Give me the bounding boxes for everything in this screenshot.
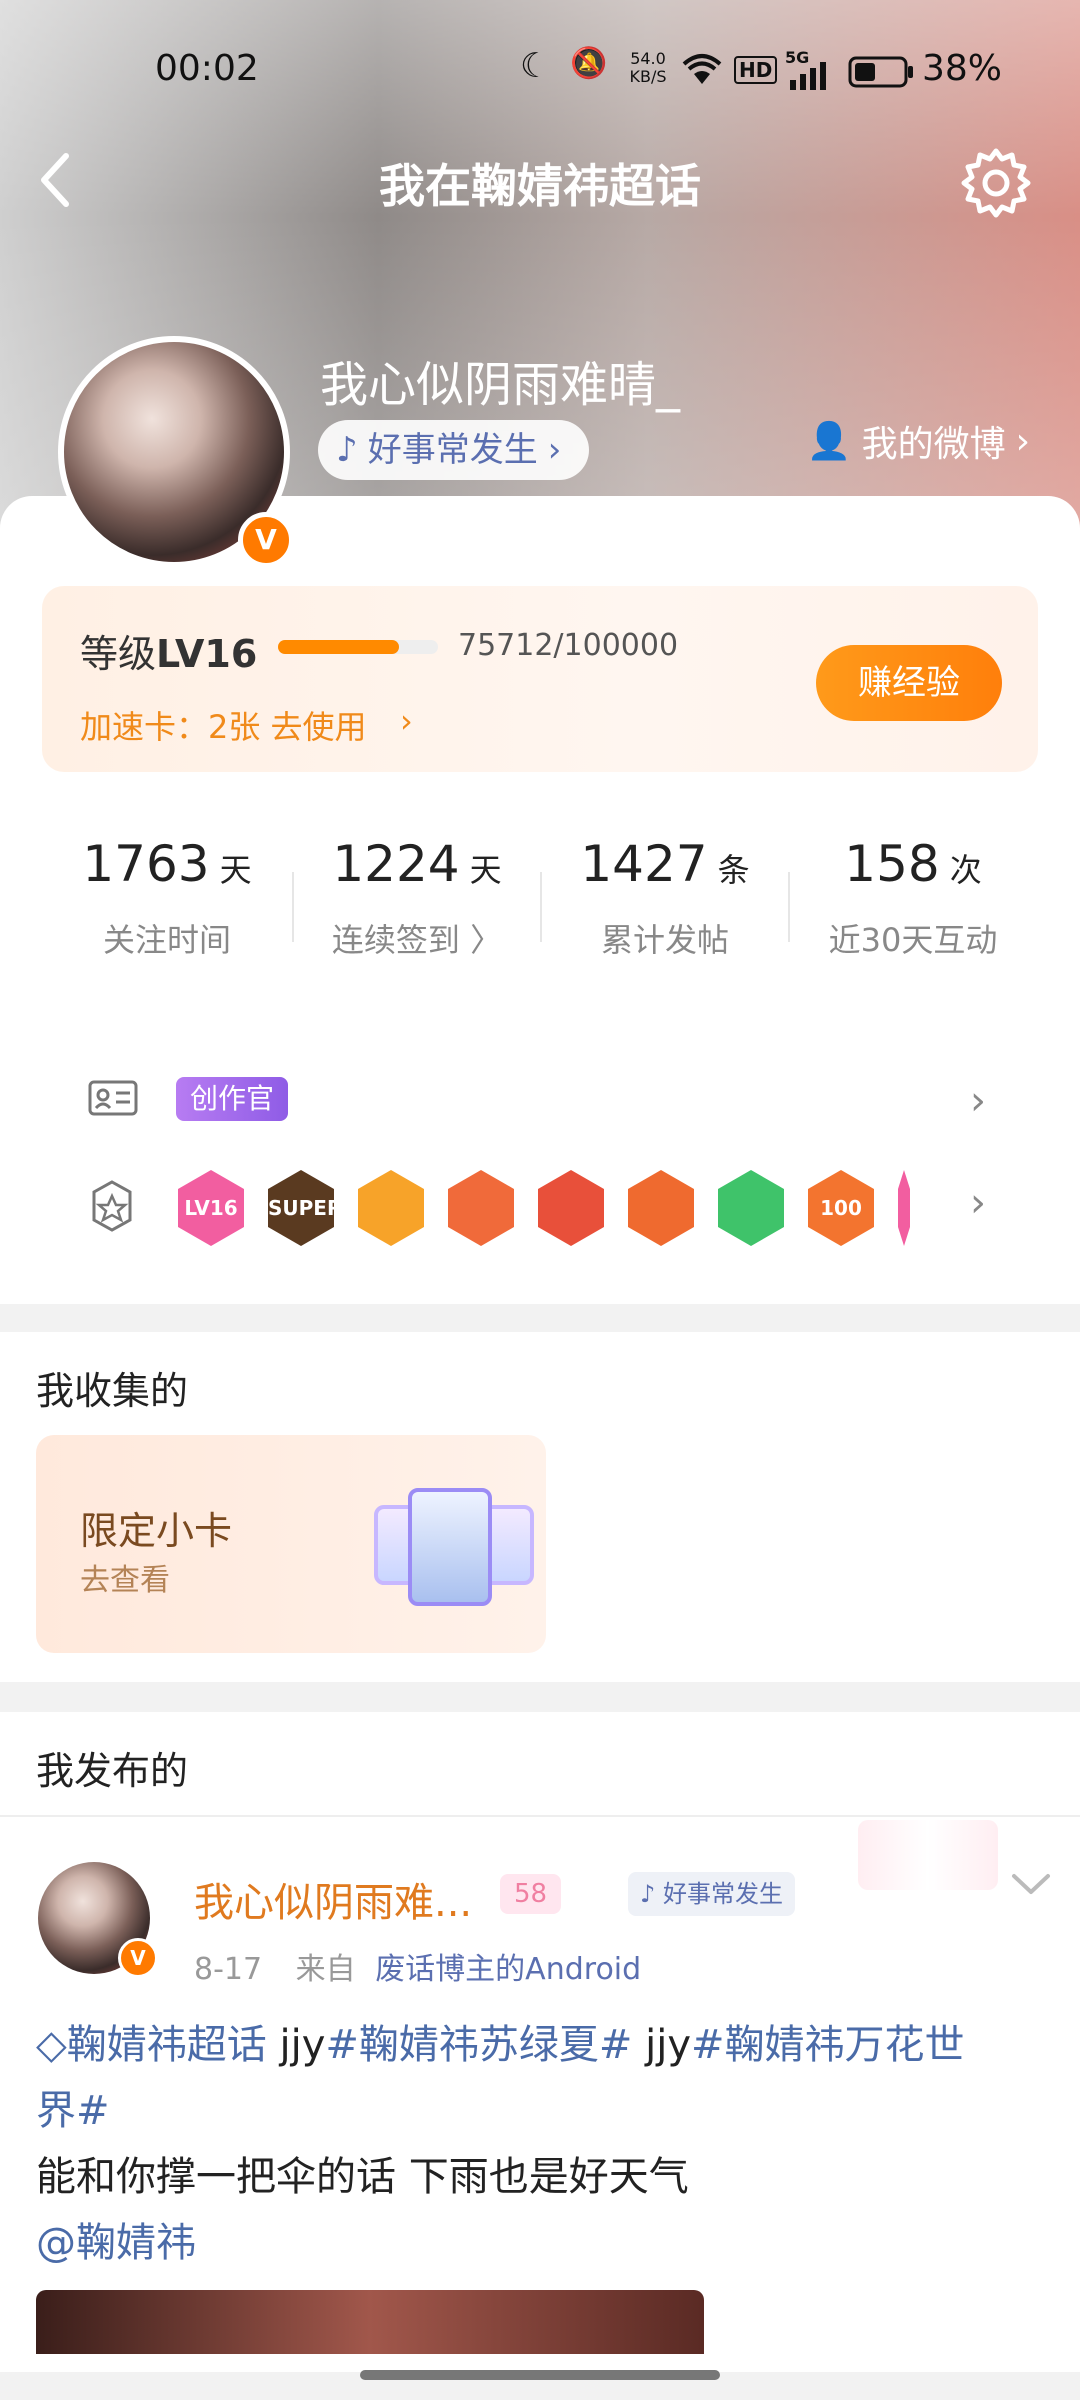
stat-interactions: 158 次 近30天互动	[828, 835, 998, 959]
hashtag-link-continued[interactable]: 界#	[36, 2078, 110, 2136]
limited-card-title: 限定小卡	[80, 1509, 233, 1553]
chevron-right-icon[interactable]: ›	[970, 1078, 986, 1124]
profile-pill[interactable]: ♪ 好事常发生 ›	[318, 420, 590, 480]
battery-icon	[848, 56, 914, 92]
post-image[interactable]	[36, 2290, 704, 2354]
card-thumbnail-main	[408, 1488, 492, 1606]
profile-pill-label: 好事常发生	[367, 430, 538, 470]
stat-checkin[interactable]: 1224 天 连续签到 〉	[292, 835, 542, 961]
net-speed: 54.0 KB/S	[629, 49, 667, 86]
fan-emblem-icon: ♪	[336, 430, 358, 470]
post-meta: 8-17 来自 废话博主的Android	[194, 1944, 641, 1988]
post-date: 8-17	[194, 1952, 263, 1987]
gear-icon[interactable]	[958, 145, 1034, 225]
signal-icon	[788, 62, 828, 94]
mute-bell-icon: 🔕	[570, 46, 608, 81]
badge-card	[42, 1030, 1038, 1278]
wifi-icon	[680, 52, 724, 90]
decoration-sticker	[858, 1820, 998, 1890]
username: 我心似阴雨难晴_	[320, 357, 681, 413]
verified-badge: V	[118, 1938, 158, 1978]
post-text: 能和你撑一把伞的话 下雨也是好天气	[36, 2154, 689, 2200]
collected-title: 我收集的	[36, 1369, 189, 1413]
posted-title: 我发布的	[36, 1749, 189, 1793]
battery-percent: 38%	[922, 48, 1003, 89]
moon-icon: ☾	[520, 46, 551, 86]
medal-icon	[90, 1180, 134, 1236]
author-pill[interactable]: ♪ 好事常发生	[628, 1872, 795, 1916]
post-source-link[interactable]: 废话博主的Android	[375, 1952, 641, 1987]
status-time: 00:02	[155, 48, 259, 89]
chevron-down-icon[interactable]	[1010, 1872, 1052, 1902]
hd-icon: HD	[734, 56, 778, 84]
fan-emblem-icon: ♪	[640, 1880, 656, 1908]
level-label: 等级LV16	[80, 632, 258, 676]
my-weibo-label: 我的微博	[861, 424, 1006, 465]
speed-card-link[interactable]: 加速卡：2张 去使用	[80, 702, 367, 748]
diamond-icon: ◇	[36, 2022, 67, 2068]
id-card-icon	[88, 1080, 138, 1120]
level-value: LV16	[156, 632, 258, 676]
creator-badge[interactable]: 创作官	[176, 1077, 289, 1121]
level-tag: 58	[500, 1874, 562, 1914]
topic-link-supertopic[interactable]: 鞠婧祎超话	[67, 2022, 267, 2068]
person-icon: 👤	[806, 421, 852, 462]
stat-posts: 1427 条 累计发帖	[580, 835, 750, 959]
divider	[0, 1815, 1080, 1817]
exp-text: 75712/100000	[458, 628, 679, 663]
post-source-prefix: 来自	[295, 1952, 356, 1987]
stat-follow-time: 1763 天 关注时间	[82, 835, 252, 959]
verified-badge: V	[238, 512, 294, 568]
hashtag-link[interactable]: #鞠婧祎万花世	[691, 2022, 965, 2068]
level-progress-fill	[278, 640, 399, 654]
post-author[interactable]: 我心似阴雨难...	[194, 1870, 472, 1928]
mention-link[interactable]: @鞠婧祎	[36, 2210, 196, 2268]
home-indicator[interactable]	[360, 2370, 720, 2380]
limited-card-subtitle: 去查看	[80, 1563, 170, 1598]
post-line-1: ◇鞠婧祎超话 jjy#鞠婧祎苏绿夏# jjy#鞠婧祎万花世	[36, 2022, 965, 2068]
chevron-right-icon: ›	[547, 430, 562, 470]
page-title: 我在鞠婧祎超话	[379, 159, 701, 213]
hashtag-link[interactable]: #鞠婧祎苏绿夏#	[325, 2022, 632, 2068]
earn-exp-button[interactable]: 赚经验	[816, 645, 1002, 721]
chevron-right-icon[interactable]: ›	[970, 1180, 986, 1226]
my-weibo-link[interactable]: 👤 我的微博 ›	[807, 415, 1030, 467]
chevron-right-icon: ›	[400, 702, 413, 740]
chevron-right-icon: ›	[1015, 420, 1030, 462]
